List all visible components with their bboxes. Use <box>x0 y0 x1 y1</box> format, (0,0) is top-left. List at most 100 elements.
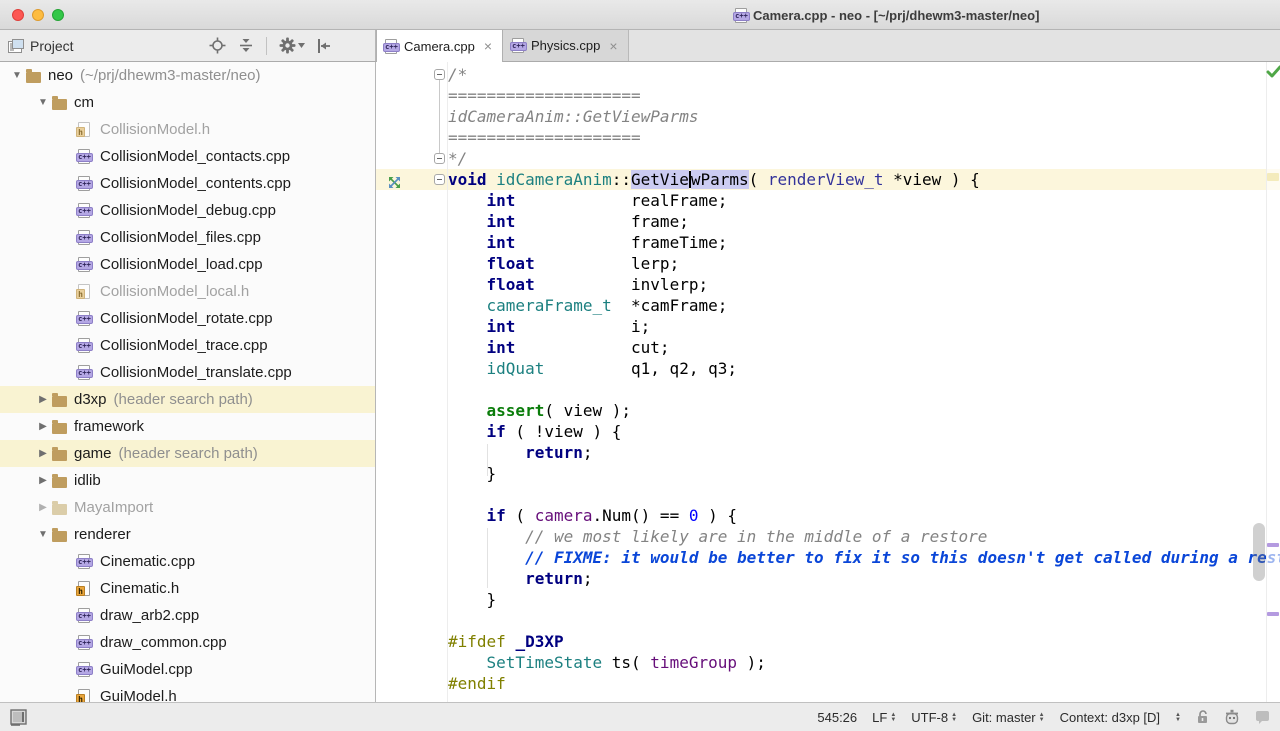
code-line[interactable] <box>376 610 1280 631</box>
close-icon[interactable]: × <box>609 39 617 53</box>
code-line[interactable]: int realFrame; <box>376 190 1280 211</box>
fold-range-line <box>439 75 440 158</box>
collapse-all-icon[interactable] <box>238 37 254 54</box>
hide-panel-icon[interactable] <box>317 38 331 54</box>
tree-item-collisionmodel-h[interactable]: hCollisionModel.h <box>0 116 375 143</box>
lock-icon[interactable] <box>1196 710 1209 725</box>
tree-item-collisionmodel_local-h[interactable]: hCollisionModel_local.h <box>0 278 375 305</box>
chevron-down-icon[interactable]: ▼ <box>8 70 26 81</box>
code-line[interactable]: int i; <box>376 316 1280 337</box>
code-line[interactable]: // we most likely are in the middle of a… <box>376 526 1280 547</box>
code-line[interactable]: idQuat q1, q2, q3; <box>376 358 1280 379</box>
code-line[interactable]: return; <box>376 568 1280 589</box>
editor-scrollbar-thumb[interactable] <box>1253 523 1265 581</box>
scroll-from-source-icon[interactable] <box>209 37 226 54</box>
code-line[interactable]: if ( !view ) { <box>376 421 1280 442</box>
fold-marker-icon[interactable] <box>434 153 445 164</box>
tree-item-guimodel-h[interactable]: hGuiModel.h <box>0 683 375 702</box>
minimize-window-button[interactable] <box>32 9 44 21</box>
encoding-widget[interactable]: UTF-8 ▲▼ <box>911 710 957 725</box>
tab-physics-cpp[interactable]: c++Physics.cpp× <box>503 30 629 61</box>
chevron-down-icon[interactable]: ▼ <box>34 97 52 108</box>
chevron-right-icon[interactable]: ▶ <box>34 475 52 486</box>
code-text: return; <box>448 443 593 462</box>
code-line[interactable]: #endif <box>376 673 1280 694</box>
tree-item-collisionmodel_contents-cpp[interactable]: c++CollisionModel_contents.cpp <box>0 170 375 197</box>
code-line[interactable]: int frameTime; <box>376 232 1280 253</box>
code-line[interactable]: #ifdef _D3XP <box>376 631 1280 652</box>
code-line[interactable]: } <box>376 463 1280 484</box>
code-text: void idCameraAnim::GetViewParms( renderV… <box>448 170 980 189</box>
error-stripe[interactable] <box>1266 62 1280 702</box>
code-line-caret[interactable]: void idCameraAnim::GetViewParms( renderV… <box>376 169 1280 190</box>
code-line[interactable]: ==================== <box>376 127 1280 148</box>
tree-item-collisionmodel_debug-cpp[interactable]: c++CollisionModel_debug.cpp <box>0 197 375 224</box>
inspection-ok-icon[interactable] <box>1266 65 1280 84</box>
tree-item-cm[interactable]: ▼cm <box>0 89 375 116</box>
tree-item-game[interactable]: ▶game(header search path) <box>0 440 375 467</box>
code-line[interactable]: cameraFrame_t *camFrame; <box>376 295 1280 316</box>
tree-item-draw_arb2-cpp[interactable]: c++draw_arb2.cpp <box>0 602 375 629</box>
tree-item-d3xp[interactable]: ▶d3xp(header search path) <box>0 386 375 413</box>
code-line[interactable]: int cut; <box>376 337 1280 358</box>
chevron-right-icon[interactable]: ▶ <box>34 394 52 405</box>
tree-item-collisionmodel_load-cpp[interactable]: c++CollisionModel_load.cpp <box>0 251 375 278</box>
resolve-context-widget[interactable]: Context: d3xp [D] <box>1060 710 1160 725</box>
code-line[interactable] <box>376 379 1280 400</box>
chevron-down-icon[interactable]: ▼ <box>34 529 52 540</box>
tree-item-cinematic-h[interactable]: hCinematic.h <box>0 575 375 602</box>
vcs-change-mark[interactable] <box>1267 543 1279 547</box>
code-line[interactable]: idCameraAnim::GetViewParms <box>376 106 1280 127</box>
zoom-window-button[interactable] <box>52 9 64 21</box>
git-branch-widget[interactable]: Git: master ▲▼ <box>972 710 1045 725</box>
chevron-right-icon[interactable]: ▶ <box>34 502 52 513</box>
tree-item-collisionmodel_contacts-cpp[interactable]: c++CollisionModel_contacts.cpp <box>0 143 375 170</box>
tree-item-collisionmodel_translate-cpp[interactable]: c++CollisionModel_translate.cpp <box>0 359 375 386</box>
code-line[interactable]: float lerp; <box>376 253 1280 274</box>
tree-item-draw_common-cpp[interactable]: c++draw_common.cpp <box>0 629 375 656</box>
code-line[interactable]: // FIXME: it would be better to fix it s… <box>376 547 1280 568</box>
tree-item-guimodel-cpp[interactable]: c++GuiModel.cpp <box>0 656 375 683</box>
tree-item-mayaimport[interactable]: ▶MayaImport <box>0 494 375 521</box>
code-line[interactable]: return; <box>376 442 1280 463</box>
fold-marker-icon[interactable] <box>434 69 445 80</box>
code-line[interactable]: /* <box>376 64 1280 85</box>
vcs-change-mark[interactable] <box>1267 612 1279 616</box>
code-line[interactable]: if ( camera.Num() == 0 ) { <box>376 505 1280 526</box>
close-icon[interactable]: × <box>484 39 492 53</box>
cpp-file-icon: c++ <box>78 176 98 191</box>
close-window-button[interactable] <box>12 9 24 21</box>
context-updown-icon[interactable]: ▲▼ <box>1175 713 1181 722</box>
code-line[interactable]: */ <box>376 148 1280 169</box>
code-line[interactable]: assert( view ); <box>376 400 1280 421</box>
tree-item-idlib[interactable]: ▶idlib <box>0 467 375 494</box>
inspector-hector-icon[interactable] <box>1224 709 1240 725</box>
code-area[interactable]: /*====================idCameraAnim::GetV… <box>376 64 1280 694</box>
code-line[interactable]: ==================== <box>376 85 1280 106</box>
code-line[interactable]: float invlerp; <box>376 274 1280 295</box>
tree-item-collisionmodel_files-cpp[interactable]: c++CollisionModel_files.cpp <box>0 224 375 251</box>
tree-item-renderer[interactable]: ▼renderer <box>0 521 375 548</box>
caret-line-mark[interactable] <box>1267 173 1279 181</box>
toolwindow-toggle-icon[interactable] <box>10 709 27 726</box>
code-line[interactable]: int frame; <box>376 211 1280 232</box>
line-separator-widget[interactable]: LF ▲▼ <box>872 710 896 725</box>
code-line[interactable]: } <box>376 589 1280 610</box>
settings-gear-icon[interactable] <box>279 37 305 54</box>
caret-position-widget[interactable]: 545:26 <box>817 710 857 725</box>
editor[interactable]: /*====================idCameraAnim::GetV… <box>376 62 1280 702</box>
definition-marker-icon[interactable] <box>388 173 401 186</box>
tree-item-cinematic-cpp[interactable]: c++Cinematic.cpp <box>0 548 375 575</box>
code-text: } <box>448 590 496 609</box>
fold-marker-icon[interactable] <box>434 174 445 185</box>
notifications-icon[interactable] <box>1255 710 1270 725</box>
tree-item-framework[interactable]: ▶framework <box>0 413 375 440</box>
code-line[interactable] <box>376 484 1280 505</box>
tab-camera-cpp[interactable]: c++Camera.cpp× <box>376 30 503 62</box>
tree-item-neo[interactable]: ▼neo(~/prj/dhewm3-master/neo) <box>0 62 375 89</box>
tree-item-collisionmodel_trace-cpp[interactable]: c++CollisionModel_trace.cpp <box>0 332 375 359</box>
chevron-right-icon[interactable]: ▶ <box>34 421 52 432</box>
code-line[interactable]: SetTimeState ts( timeGroup ); <box>376 652 1280 673</box>
tree-item-collisionmodel_rotate-cpp[interactable]: c++CollisionModel_rotate.cpp <box>0 305 375 332</box>
chevron-right-icon[interactable]: ▶ <box>34 448 52 459</box>
